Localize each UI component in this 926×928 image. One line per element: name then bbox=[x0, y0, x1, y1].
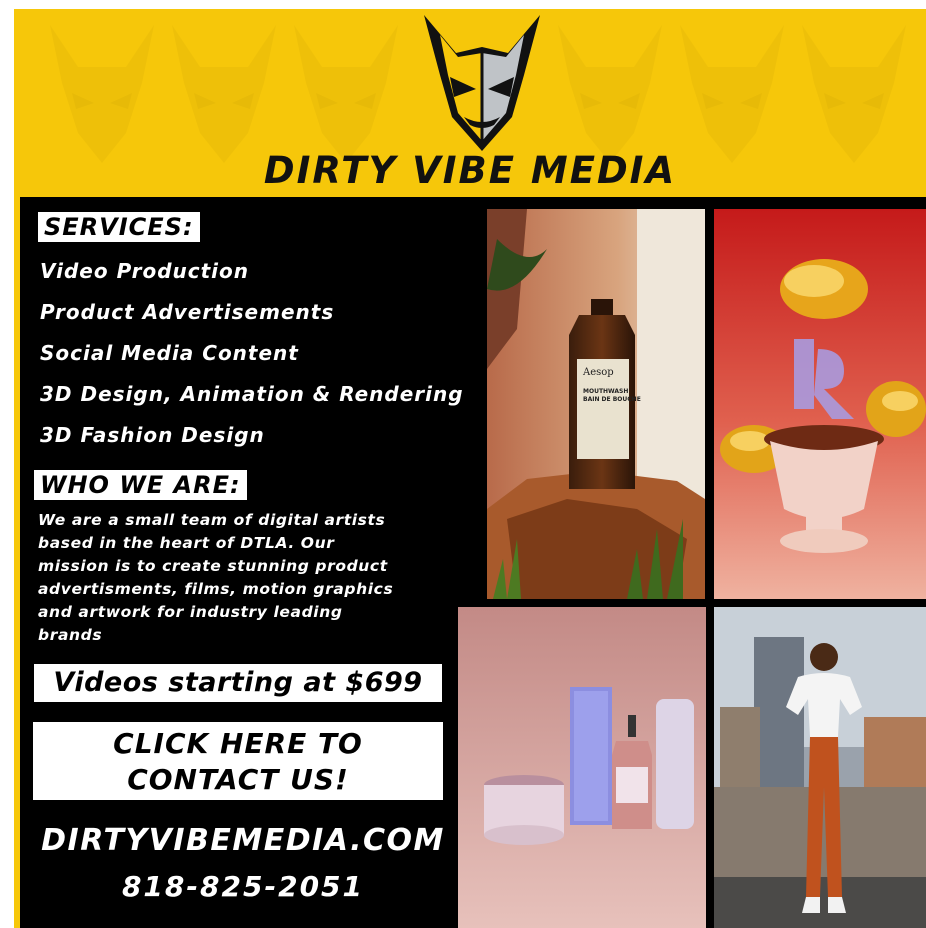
about-line: mission is to create stunning product bbox=[38, 557, 388, 575]
cta-line: CONTACT US! bbox=[127, 763, 349, 796]
contact-us-button[interactable]: CLICK HERE TO CONTACT US! bbox=[33, 722, 443, 800]
services-heading: SERVICES: bbox=[38, 212, 200, 242]
accent-stripe bbox=[14, 197, 20, 928]
fashion-scene-image bbox=[714, 607, 926, 928]
bottle-label-line: BAIN DE BOUCHE bbox=[583, 396, 641, 403]
photo-fashion-model bbox=[714, 607, 926, 928]
photo-bottle-product: Aesop MOUTHWASH BAIN DE BOUCHE bbox=[487, 209, 705, 599]
service-item: 3D Fashion Design bbox=[40, 423, 265, 447]
demon-mask-logo-icon bbox=[424, 15, 540, 151]
bottle-brand-label: Aesop bbox=[582, 367, 614, 378]
about-line: brands bbox=[38, 626, 103, 644]
logo-watermark-icon bbox=[294, 25, 398, 163]
skincare-scene-image bbox=[458, 607, 706, 928]
website-link[interactable]: DIRTYVIBEMEDIA.COM bbox=[38, 821, 448, 861]
render-scene-image bbox=[714, 209, 926, 599]
cta-line: CLICK HERE TO bbox=[113, 727, 363, 760]
about-text: We are a small team of digital artists b… bbox=[38, 509, 458, 647]
about-line: based in the heart of DTLA. Our bbox=[38, 534, 335, 552]
about-line: advertisments, films, motion graphics bbox=[38, 580, 394, 598]
header: DIRTY VIBE MEDIA bbox=[14, 9, 926, 197]
service-item: Video Production bbox=[40, 259, 250, 283]
logo-watermark-icon bbox=[680, 25, 784, 163]
logo-watermark-icon bbox=[802, 25, 906, 163]
phone-number[interactable]: 818-825-2051 bbox=[38, 867, 448, 907]
logo-watermark-icon bbox=[50, 25, 154, 163]
brand-name: DIRTY VIBE MEDIA bbox=[263, 149, 677, 192]
bottle-label-line: MOUTHWASH bbox=[583, 388, 628, 395]
logo-watermark-icon bbox=[172, 25, 276, 163]
photo-skincare-products bbox=[458, 607, 706, 928]
service-item: 3D Design, Animation & Rendering bbox=[40, 382, 464, 406]
service-item: Product Advertisements bbox=[40, 300, 335, 324]
photo-3d-logo-render bbox=[714, 209, 926, 599]
about-line: and artwork for industry leading bbox=[38, 603, 343, 621]
about-line: We are a small team of digital artists bbox=[38, 511, 386, 529]
bottle-scene-image: Aesop MOUTHWASH BAIN DE BOUCHE bbox=[487, 209, 705, 599]
logo-watermark-icon bbox=[558, 25, 662, 163]
service-item: Social Media Content bbox=[40, 341, 299, 365]
pricing-badge: Videos starting at $699 bbox=[34, 664, 442, 702]
about-heading: WHO WE ARE: bbox=[34, 470, 247, 500]
ad-banner: DIRTY VIBE MEDIA SERVICES: Video Product… bbox=[14, 9, 926, 928]
